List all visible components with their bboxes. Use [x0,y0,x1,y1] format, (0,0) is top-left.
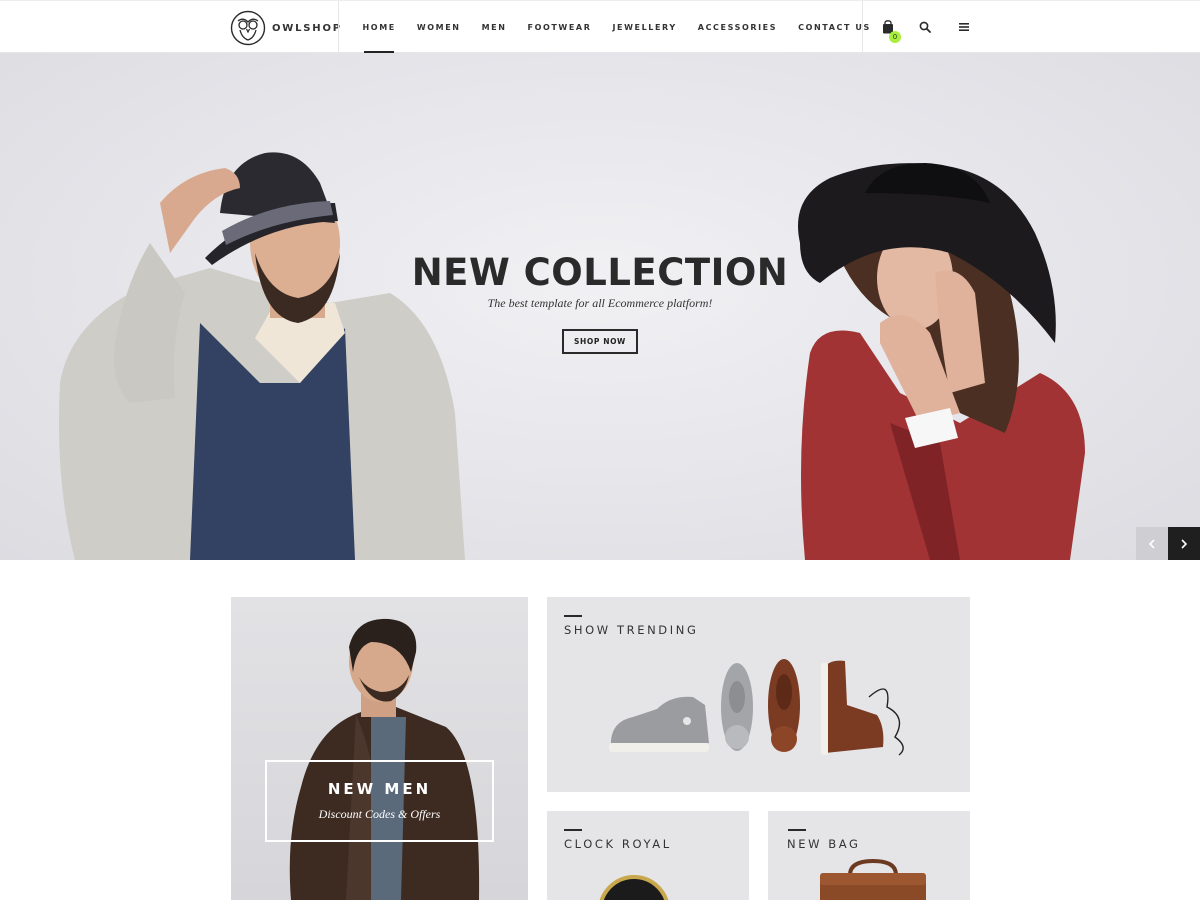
nav-jewellery[interactable]: JEWELLERY [602,1,687,53]
nav-contact-us[interactable]: CONTACT US [788,1,882,53]
shop-now-button[interactable]: SHOP NOW [562,329,638,354]
promo-show-trending[interactable]: SHOW TRENDING [547,597,970,792]
search-button[interactable] [914,16,936,38]
nav-footwear[interactable]: FOOTWEAR [517,1,602,53]
logo-link[interactable]: OWLSHOP [230,10,342,46]
header-divider [862,1,863,53]
promo-new-bag[interactable]: NEW BAG [768,811,970,900]
menu-button[interactable] [953,16,975,38]
new-men-label-box: NEW MEN Discount Codes & Offers [265,760,494,842]
header-divider [338,1,339,53]
bag-image [820,858,926,900]
search-icon [919,21,931,33]
cart-count-badge: 0 [889,31,901,43]
slider-next-button[interactable] [1168,527,1200,560]
brand-name: OWLSHOP [272,22,342,34]
slider-prev-button[interactable] [1136,527,1168,560]
chevron-right-icon [1181,538,1188,549]
chevron-left-icon [1148,538,1155,549]
hero-title: NEW COLLECTION [411,251,789,294]
men-model-image [289,618,480,900]
new-men-subtitle: Discount Codes & Offers [318,807,441,821]
promo-new-men[interactable]: NEW MEN Discount Codes & Offers [231,597,528,900]
shoes-image [609,659,904,756]
new-men-title: NEW MEN [327,780,432,798]
nav-accessories[interactable]: ACCESSORIES [687,1,787,53]
nav-home[interactable]: HOME [352,1,406,53]
menu-icon [959,23,969,31]
main-nav: HOME WOMEN MEN FOOTWEAR JEWELLERY ACCESS… [352,1,881,53]
promo-clock-royal[interactable]: CLOCK ROYAL [547,811,749,900]
clock-image [599,875,669,900]
nav-women[interactable]: WOMEN [406,1,471,53]
hero-slider: NEW COLLECTION The best template for all… [0,53,1200,560]
nav-men[interactable]: MEN [471,1,517,53]
hero-subtitle: The best template for all Ecommerce plat… [487,296,713,310]
owl-logo-icon [230,10,266,46]
site-header: OWLSHOP HOME WOMEN MEN FOOTWEAR JEWELLER… [0,0,1200,53]
